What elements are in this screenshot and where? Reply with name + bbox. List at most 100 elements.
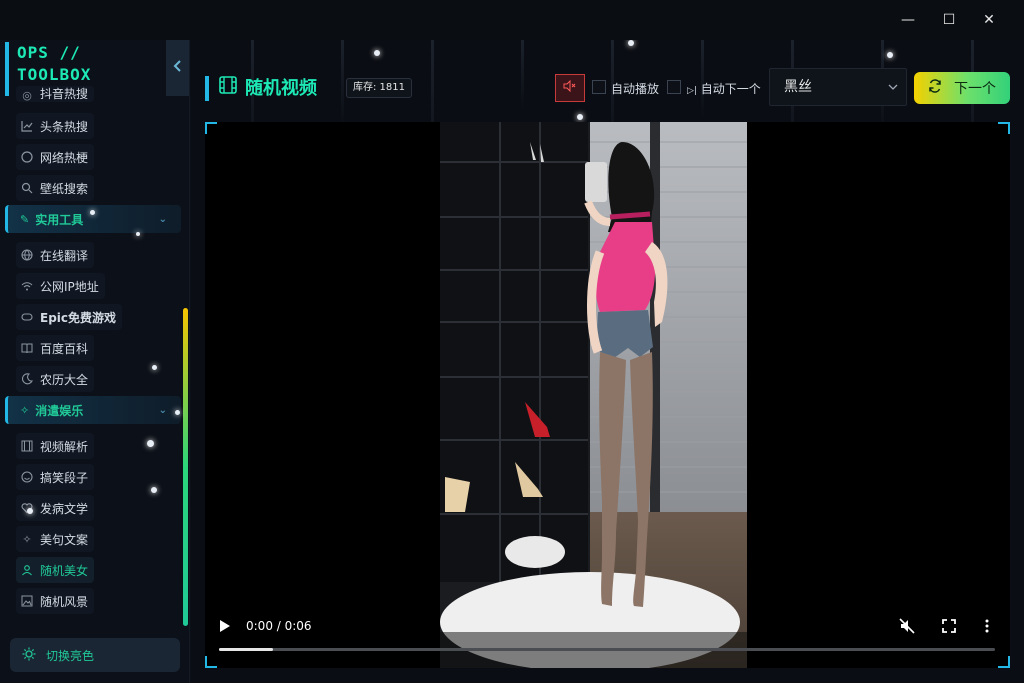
- refresh-icon: [928, 79, 942, 97]
- sidebar-group-fun[interactable]: ✧ 消遣娱乐 ⌄: [5, 396, 181, 424]
- progress-track[interactable]: [219, 648, 995, 651]
- sidebar-item-label: 抖音热搜: [40, 87, 89, 101]
- sidebar-item-label: 视频解析: [40, 439, 89, 454]
- page-title-text: 随机视频: [245, 78, 317, 99]
- more-options-button[interactable]: [985, 619, 989, 637]
- sidebar-item-baike[interactable]: 百度百科: [16, 335, 95, 361]
- autonext-label-text: 自动下一个: [700, 82, 761, 96]
- sidebar-item-douyin[interactable]: ◎ 抖音热搜: [16, 86, 95, 102]
- mute-toggle-button[interactable]: [555, 74, 585, 102]
- image-icon: [20, 594, 34, 608]
- sidebar-item-label: 百度百科: [40, 341, 89, 356]
- sparkle-dot: [577, 114, 583, 120]
- category-select[interactable]: 黑丝: [769, 68, 907, 106]
- fullscreen-button[interactable]: [942, 619, 956, 637]
- sparkle-dot: [151, 487, 157, 493]
- sparkle-dot: [90, 210, 95, 215]
- sparkle-dot: [27, 508, 33, 514]
- sparkle-dot: [136, 232, 140, 236]
- sidebar-item-label: 随机风景: [40, 594, 89, 609]
- sparkle-dot: [175, 410, 180, 415]
- search-icon: [20, 181, 34, 195]
- user-icon: [20, 563, 34, 577]
- maximize-button[interactable]: ☐: [939, 10, 959, 30]
- logo-line-2: TOOLBOX: [17, 65, 92, 84]
- chart-line-icon: [20, 119, 34, 133]
- film-icon: [219, 75, 237, 99]
- chat-bubble-icon: [20, 150, 34, 164]
- window-titlebar: — ☐ ✕: [0, 0, 1024, 40]
- autoplay-label: 自动播放: [611, 82, 660, 96]
- video-frame[interactable]: [440, 122, 747, 668]
- sidebar-item-lunar[interactable]: 农历大全: [16, 366, 95, 392]
- sidebar-item-label: Epic免费游戏: [40, 310, 117, 325]
- next-video-label: 下一个: [954, 81, 996, 97]
- sidebar-item-label: 头条热搜: [40, 119, 89, 134]
- frame-corner: [205, 122, 217, 134]
- smile-icon: [20, 470, 34, 484]
- sidebar-item-memes[interactable]: 网络热梗: [16, 144, 95, 170]
- title-accent-bar: [205, 76, 209, 101]
- more-vertical-icon: [985, 619, 989, 633]
- sidebar-item-toutiao[interactable]: 头条热搜: [16, 113, 95, 139]
- rain-streak: [341, 40, 344, 130]
- book-icon: [20, 341, 34, 355]
- autonext-checkbox[interactable]: [667, 80, 681, 94]
- sidebar-item-random-beauty[interactable]: 随机美女: [16, 557, 95, 583]
- speaker-mute-icon: [563, 79, 576, 93]
- category-select-value: 黑丝: [784, 79, 812, 95]
- next-video-button[interactable]: 下一个: [914, 72, 1010, 104]
- sidebar-item-translate[interactable]: 在线翻译: [16, 242, 95, 268]
- chevron-left-icon: [173, 60, 181, 72]
- video-controls: 0:00 / 0:06: [205, 612, 1010, 668]
- sparkle-dot: [152, 365, 157, 370]
- sidebar-item-jokes[interactable]: 搞笑段子: [16, 464, 95, 490]
- sidebar-item-label: 壁纸搜索: [40, 181, 89, 196]
- rain-streak: [521, 40, 524, 110]
- chevron-down-icon: [888, 69, 898, 106]
- sidebar-scrollbar[interactable]: [183, 308, 188, 626]
- autoplay-checkbox[interactable]: [592, 80, 606, 94]
- sidebar-item-label: 发病文学: [40, 501, 89, 516]
- play-icon: [220, 620, 230, 632]
- main-panel: 随机视频 库存: 1811 自动播放 ▷| 自动下一个 黑丝 下一个 0:00 …: [191, 40, 1024, 683]
- theme-toggle-button[interactable]: 切换亮色: [10, 638, 180, 672]
- theme-toggle-label: 切换亮色: [46, 648, 95, 663]
- close-button[interactable]: ✕: [979, 10, 999, 30]
- wrench-icon: ✎: [20, 212, 30, 226]
- sidebar-item-video-parse[interactable]: 视频解析: [16, 433, 95, 459]
- sidebar-item-label: 搞笑段子: [40, 470, 89, 485]
- fullscreen-icon: [942, 619, 956, 633]
- sidebar-item-epic[interactable]: Epic免费游戏: [16, 304, 123, 330]
- sparkle-icon: ✧: [20, 403, 30, 417]
- logo-line-1: OPS //: [17, 43, 81, 62]
- wifi-icon: [20, 279, 34, 293]
- group-label: 消遣娱乐: [35, 403, 84, 418]
- sidebar-item-label: 公网IP地址: [40, 279, 99, 294]
- sidebar-item-public-ip[interactable]: 公网IP地址: [16, 273, 105, 299]
- time-display: 0:00 / 0:06: [246, 619, 312, 633]
- moon-icon: [20, 372, 34, 386]
- sidebar-collapse-button[interactable]: [166, 40, 189, 96]
- sparkle-dot: [887, 52, 893, 58]
- volume-mute-button[interactable]: [899, 618, 915, 638]
- sidebar-item-quotes[interactable]: ✧ 美句文案: [16, 526, 95, 552]
- sidebar: OPS // TOOLBOX ◎ 抖音热搜 头条热搜 网络热梗 壁纸搜索 ✎ 实…: [0, 40, 190, 683]
- sparkle-icon: ✧: [22, 532, 32, 546]
- frame-corner: [998, 122, 1010, 134]
- sun-icon: [22, 647, 36, 664]
- group-label: 实用工具: [35, 212, 84, 227]
- sidebar-item-label: 网络热梗: [40, 150, 89, 165]
- autonext-label: ▷| 自动下一个: [687, 80, 761, 97]
- sparkle-dot: [147, 440, 154, 447]
- sidebar-item-wallpaper[interactable]: 壁纸搜索: [16, 175, 95, 201]
- sidebar-item-label: 在线翻译: [40, 248, 89, 263]
- sidebar-item-scenery[interactable]: 随机风景: [16, 588, 95, 614]
- trending-icon: ◎: [22, 88, 32, 102]
- minimize-button[interactable]: —: [898, 10, 918, 30]
- progress-fill: [219, 648, 274, 651]
- stock-badge: 库存: 1811: [346, 78, 412, 98]
- sidebar-item-label: 美句文案: [40, 532, 89, 547]
- play-button[interactable]: [219, 619, 231, 637]
- page-title: 随机视频: [219, 74, 317, 100]
